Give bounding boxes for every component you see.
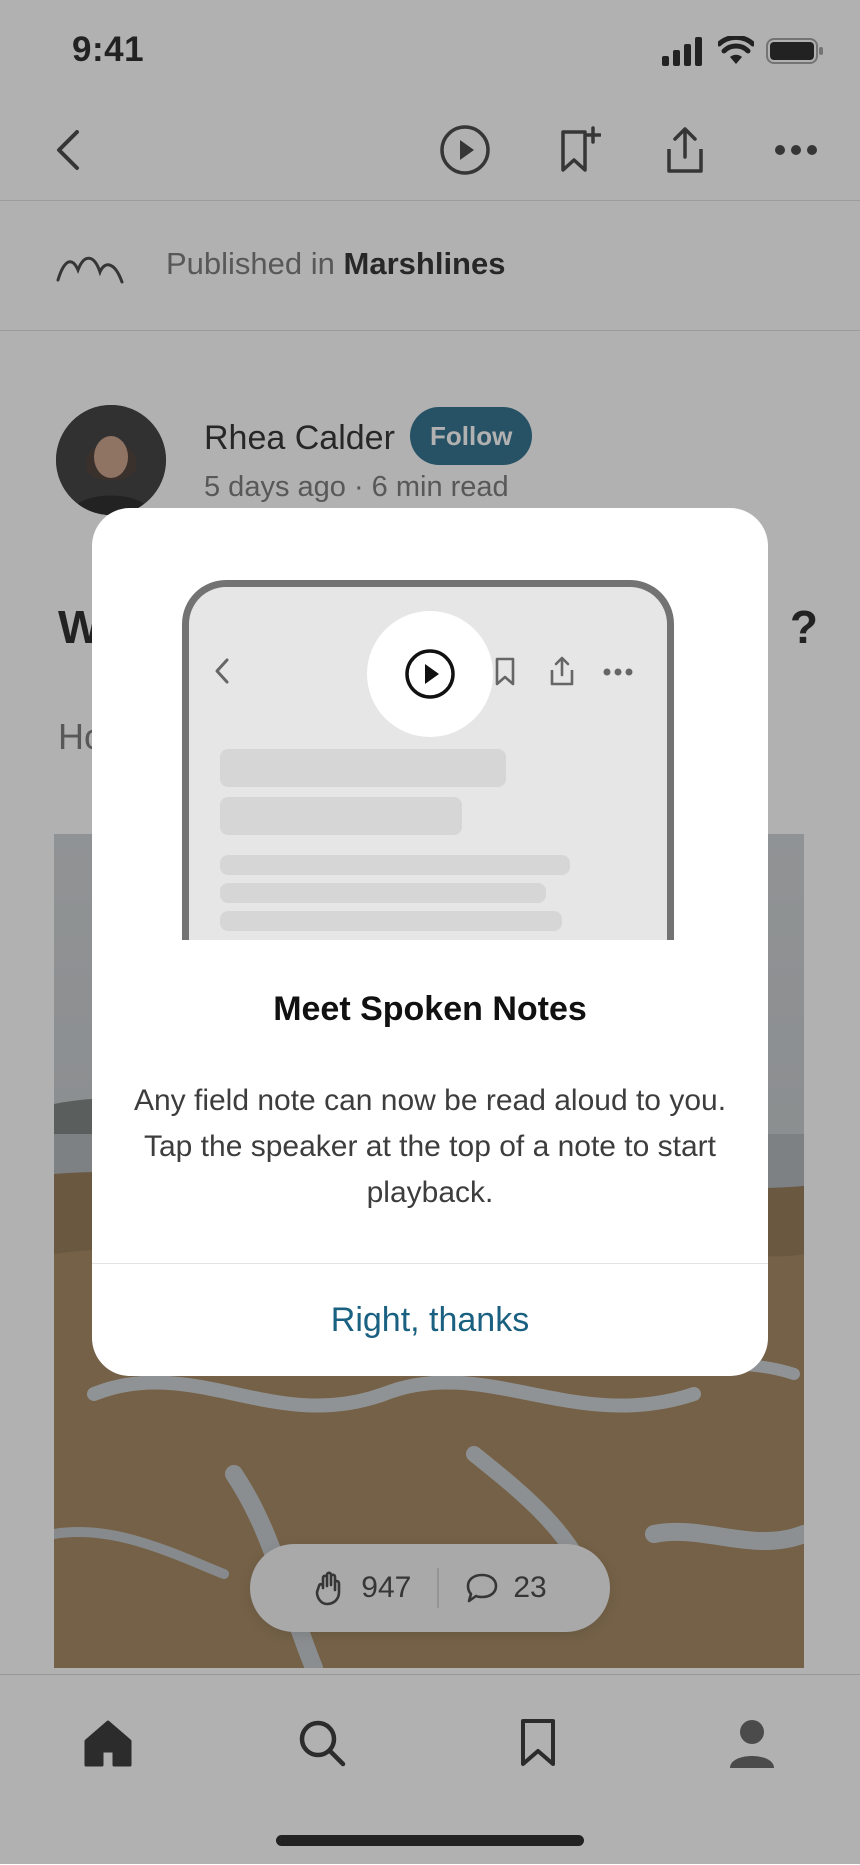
skeleton-line xyxy=(220,911,562,931)
bookmark-icon xyxy=(495,657,515,686)
play-highlight xyxy=(367,611,493,737)
more-icon xyxy=(603,668,633,676)
dialog-body: Any field note can now be read aloud to … xyxy=(133,1084,727,1209)
skeleton-line xyxy=(220,883,546,903)
dialog-title: Meet Spoken Notes xyxy=(273,990,587,1028)
skeleton-line xyxy=(220,797,462,835)
phone-illustration xyxy=(182,580,674,940)
play-icon xyxy=(405,649,455,699)
skeleton-line xyxy=(220,749,506,787)
back-icon xyxy=(215,658,229,684)
dismiss-button[interactable]: Right, thanks xyxy=(92,1264,768,1376)
spoken-notes-dialog: Meet Spoken Notes Any field note can now… xyxy=(92,508,768,1376)
share-icon xyxy=(550,656,574,686)
skeleton-line xyxy=(220,855,570,875)
